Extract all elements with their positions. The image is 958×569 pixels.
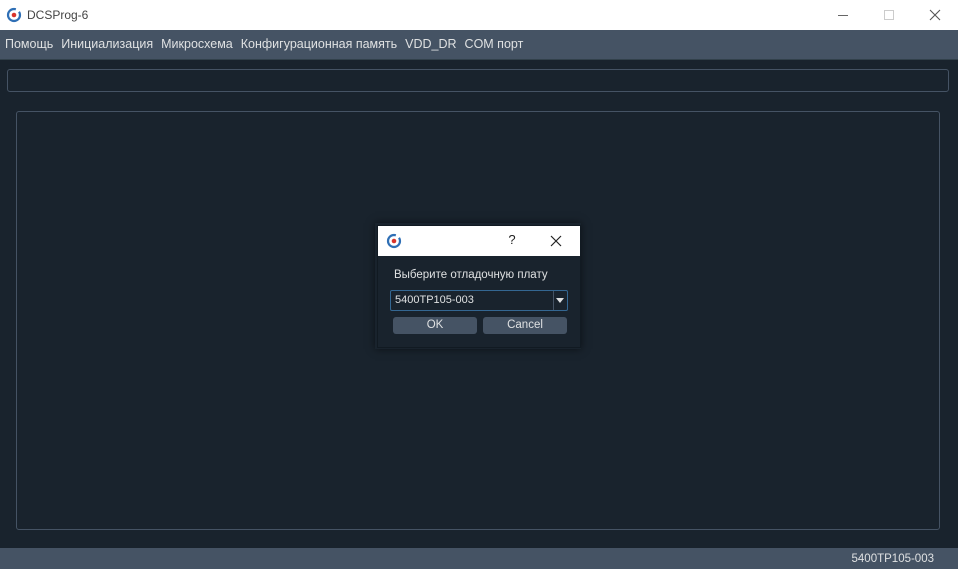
menu-bar: Помощь Инициализация Микросхема Конфигур… xyxy=(0,30,958,60)
top-input-field[interactable] xyxy=(7,69,949,92)
menu-com-port[interactable]: COM порт xyxy=(461,30,528,59)
maximize-icon xyxy=(884,10,894,20)
board-select-value: 5400ТР105-003 xyxy=(395,294,474,306)
dialog-prompt: Выберите отладочную плату xyxy=(394,269,548,281)
dialog-logo-icon xyxy=(386,233,402,249)
ok-button[interactable]: OK xyxy=(393,317,477,334)
maximize-button[interactable] xyxy=(866,0,912,30)
board-select-combo[interactable]: 5400ТР105-003 xyxy=(390,290,568,311)
combo-arrow-button[interactable] xyxy=(553,291,567,310)
select-board-dialog: ? Выберите отладочную плату 5400ТР105-00… xyxy=(377,225,581,348)
app-logo-icon xyxy=(6,7,22,23)
close-button[interactable] xyxy=(912,0,958,30)
dialog-help-button[interactable]: ? xyxy=(506,232,518,247)
menu-chip[interactable]: Микросхема xyxy=(157,30,237,59)
status-text: 5400ТР105-003 xyxy=(851,553,934,565)
cancel-button[interactable]: Cancel xyxy=(483,317,567,334)
menu-help[interactable]: Помощь xyxy=(0,30,57,59)
dialog-title-bar: ? xyxy=(378,226,580,256)
menu-vdd-dr[interactable]: VDD_DR xyxy=(401,30,460,59)
minimize-button[interactable] xyxy=(820,0,866,30)
chevron-down-icon xyxy=(556,298,564,303)
close-icon xyxy=(929,9,941,21)
menu-initialization[interactable]: Инициализация xyxy=(57,30,157,59)
dialog-close-icon[interactable] xyxy=(548,233,564,249)
minimize-icon xyxy=(838,15,848,16)
window-title: DCSProg-6 xyxy=(27,8,89,22)
status-bar: 5400ТР105-003 xyxy=(0,548,958,569)
menu-config-memory[interactable]: Конфигурационная память xyxy=(237,30,401,59)
title-bar: DCSProg-6 xyxy=(0,0,958,30)
